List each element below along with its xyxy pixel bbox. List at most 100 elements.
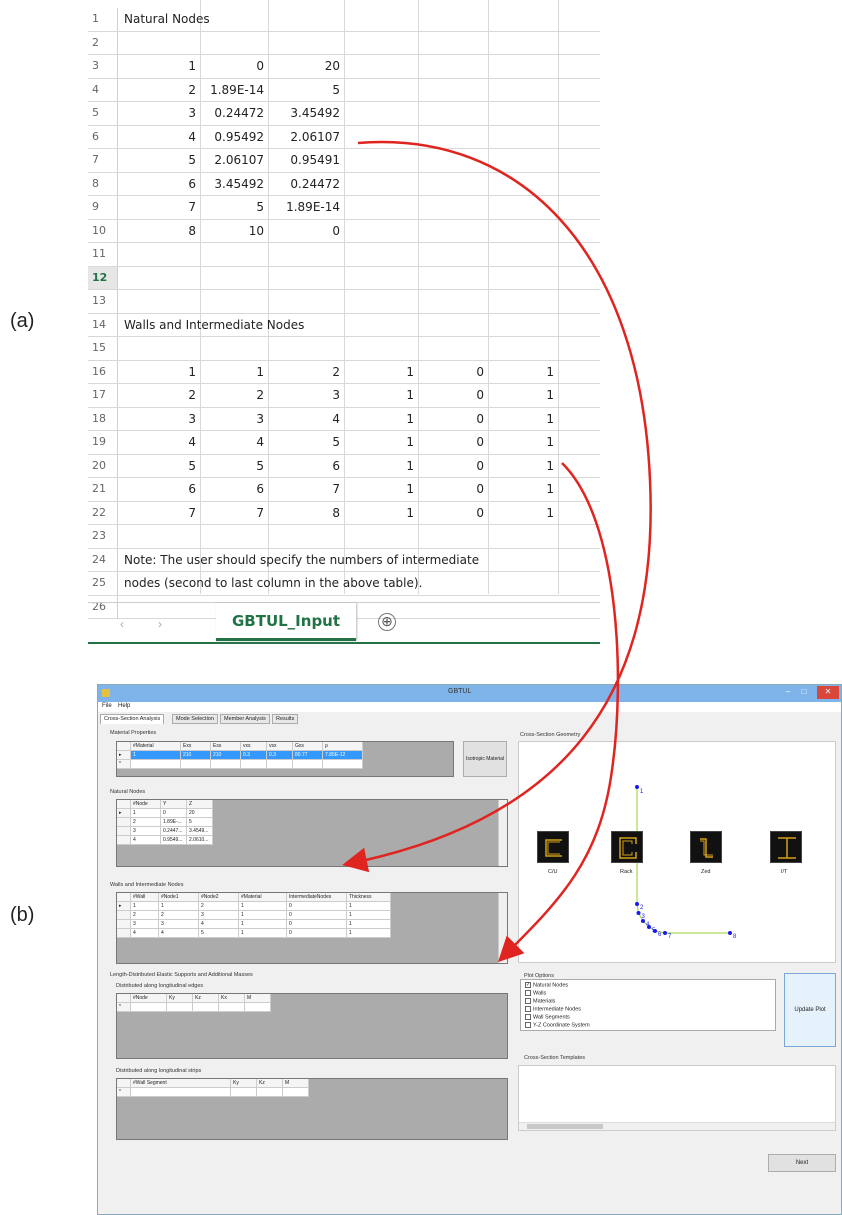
isotropic-material-button[interactable]: Isotropic Material xyxy=(463,741,507,777)
grid-cell[interactable]: 2 xyxy=(131,818,161,827)
grid-header[interactable]: Kz xyxy=(257,1079,283,1088)
grid-cell[interactable]: 2 xyxy=(131,911,159,920)
grid-cell[interactable]: 3 xyxy=(131,920,159,929)
grid-header[interactable]: Ess xyxy=(211,742,241,751)
grid-header[interactable]: M xyxy=(283,1079,309,1088)
grid-cell[interactable]: 2.0610... xyxy=(187,836,213,845)
grid-cell[interactable]: 1 xyxy=(239,929,287,938)
tab-mode-selection[interactable]: Mode Selection xyxy=(172,714,218,724)
grid-cell[interactable] xyxy=(283,1088,309,1097)
templates-scrollbar[interactable] xyxy=(519,1122,835,1130)
grid-cell[interactable]: 0 xyxy=(287,920,347,929)
maximize-icon[interactable]: □ xyxy=(797,686,811,699)
grid-cell[interactable]: 1 xyxy=(131,902,159,911)
menu-file[interactable]: File xyxy=(102,703,112,709)
grid-header[interactable]: Kz xyxy=(193,994,219,1003)
natural-nodes-grid[interactable]: #Node Y Z ▸ 1 0 20 2 1.89E-... 5 3 0.2447... 3.4549.… xyxy=(116,799,508,867)
grid-row-header[interactable]: ▸ xyxy=(117,902,131,911)
grid-cell[interactable]: 1 xyxy=(347,929,391,938)
grid-header[interactable]: Gxs xyxy=(293,742,323,751)
grid-cell[interactable]: 20 xyxy=(187,809,213,818)
grid-cell[interactable] xyxy=(131,1088,231,1097)
grid-cell[interactable]: 0.9549... xyxy=(161,836,187,845)
update-plot-button[interactable]: Update Plot xyxy=(784,973,836,1047)
grid-cell[interactable] xyxy=(323,760,363,769)
grid-cell[interactable] xyxy=(245,1003,271,1012)
grid-cell[interactable]: 4 xyxy=(131,929,159,938)
grid-cell[interactable]: 3 xyxy=(199,911,239,920)
grid-cell[interactable] xyxy=(181,760,211,769)
tab-results[interactable]: Results xyxy=(272,714,299,724)
grid-row-header[interactable] xyxy=(117,836,131,845)
natural-nodes-scrollbar[interactable] xyxy=(498,800,507,866)
grid-cell[interactable]: 0 xyxy=(287,929,347,938)
strips-grid[interactable]: #Wall Segment Ky Kz M * xyxy=(116,1078,508,1140)
grid-cell[interactable]: 5 xyxy=(187,818,213,827)
grid-header[interactable]: #Node xyxy=(131,994,167,1003)
grid-cell[interactable]: 0.3 xyxy=(241,751,267,760)
grid-cell[interactable] xyxy=(131,760,181,769)
material-grid[interactable]: #Material Exx Ess vxs vsx Gxs ρ ▸ 1 210 210 0.3 0.3 8… xyxy=(116,741,454,777)
grid-row-header[interactable] xyxy=(117,911,131,920)
plot-option[interactable]: Y-Z Coordinate System xyxy=(525,1022,590,1028)
grid-row-header[interactable] xyxy=(117,920,131,929)
grid-row-header[interactable] xyxy=(117,827,131,836)
grid-header[interactable]: Exx xyxy=(181,742,211,751)
template-rack[interactable] xyxy=(611,831,643,863)
close-icon[interactable]: ✕ xyxy=(817,686,839,699)
grid-cell[interactable]: 1 xyxy=(347,920,391,929)
grid-cell[interactable]: 0.2447... xyxy=(161,827,187,836)
grid-cell[interactable]: 0 xyxy=(161,809,187,818)
grid-cell[interactable]: 2 xyxy=(159,911,199,920)
checkbox[interactable] xyxy=(525,990,531,996)
grid-cell[interactable] xyxy=(211,760,241,769)
tab-member-analysis[interactable]: Member Analysis xyxy=(220,714,270,724)
grid-cell[interactable] xyxy=(193,1003,219,1012)
grid-cell[interactable]: 4 xyxy=(159,929,199,938)
grid-header[interactable]: ρ xyxy=(323,742,363,751)
grid-header[interactable]: vxs xyxy=(241,742,267,751)
plot-option[interactable]: Materials xyxy=(525,998,555,1004)
walls-scrollbar[interactable] xyxy=(498,893,507,963)
checkbox[interactable] xyxy=(525,998,531,1004)
grid-cell[interactable] xyxy=(131,1003,167,1012)
grid-cell[interactable] xyxy=(167,1003,193,1012)
menu-help[interactable]: Help xyxy=(118,703,130,709)
edges-grid[interactable]: #Node Ky Kz Kx M * xyxy=(116,993,508,1059)
plot-option[interactable]: Walls xyxy=(525,990,546,996)
grid-cell[interactable]: 0 xyxy=(287,911,347,920)
checkbox[interactable] xyxy=(525,1006,531,1012)
template-it[interactable] xyxy=(770,831,802,863)
grid-header[interactable]: #Material xyxy=(239,893,287,902)
grid-header[interactable]: Kx xyxy=(219,994,245,1003)
grid-header[interactable]: Z xyxy=(187,800,213,809)
grid-row-header[interactable] xyxy=(117,929,131,938)
grid-row-header[interactable]: ▸ xyxy=(117,751,131,760)
grid-cell[interactable] xyxy=(219,1003,245,1012)
grid-cell[interactable]: 1 xyxy=(131,751,181,760)
grid-header[interactable]: M xyxy=(245,994,271,1003)
add-sheet-icon[interactable]: ⊕ xyxy=(378,613,396,631)
checkbox[interactable] xyxy=(525,1014,531,1020)
grid-row-header[interactable]: ▸ xyxy=(117,809,131,818)
grid-header[interactable]: #Wall Segment xyxy=(131,1079,231,1088)
grid-cell[interactable] xyxy=(231,1088,257,1097)
grid-cell[interactable]: 5 xyxy=(199,929,239,938)
grid-cell[interactable] xyxy=(257,1088,283,1097)
grid-cell[interactable]: 7.85E-12 xyxy=(323,751,363,760)
sheet-tab-gbtul-input[interactable]: GBTUL_Input xyxy=(216,603,356,641)
sheet-next-icon[interactable]: › xyxy=(158,617,162,631)
tab-cross-section-analysis[interactable]: Cross-Section Analysis xyxy=(100,714,165,724)
grid-header[interactable]: #Node2 xyxy=(199,893,239,902)
grid-cell[interactable]: 4 xyxy=(131,836,161,845)
plot-option[interactable]: Wall Segments xyxy=(525,1014,570,1020)
grid-header[interactable]: Ky xyxy=(167,994,193,1003)
grid-row-header[interactable]: * xyxy=(117,1003,131,1012)
grid-cell[interactable]: 0.3 xyxy=(267,751,293,760)
grid-header[interactable]: #Material xyxy=(131,742,181,751)
grid-header[interactable]: vsx xyxy=(267,742,293,751)
grid-cell[interactable]: 3 xyxy=(131,827,161,836)
grid-header[interactable]: #Node1 xyxy=(159,893,199,902)
grid-header[interactable]: Y xyxy=(161,800,187,809)
plot-option[interactable]: ✓ Natural Nodes xyxy=(525,982,568,988)
